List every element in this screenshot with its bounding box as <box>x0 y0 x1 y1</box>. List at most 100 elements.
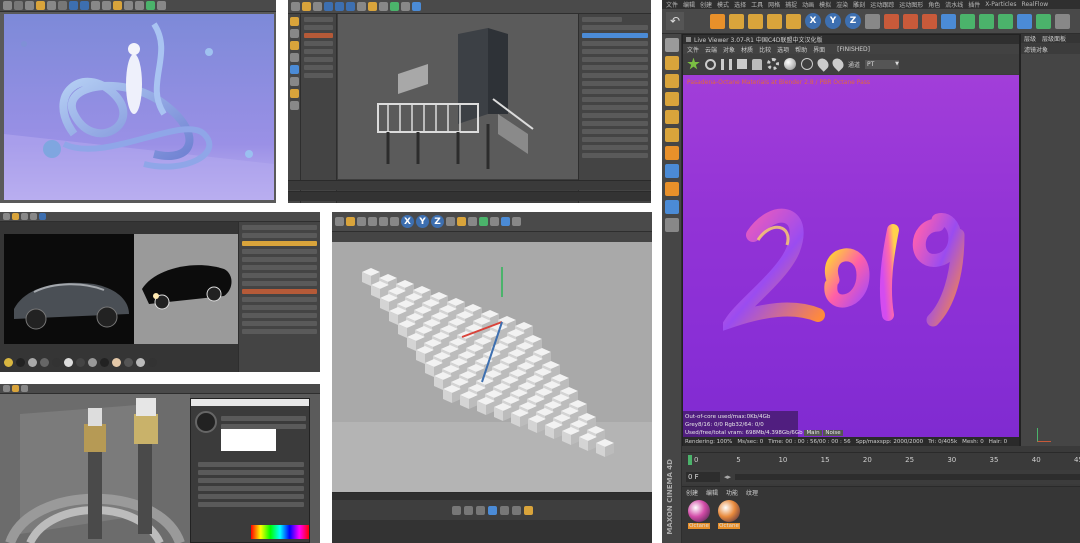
tab-layers[interactable]: 层级 <box>1024 34 1036 43</box>
car-viewport-right <box>134 234 238 344</box>
menu-item[interactable]: 模式 <box>717 0 729 9</box>
deformer-icon[interactable] <box>1017 13 1032 29</box>
live-viewer-toolbar: 通道 PT ▼ <box>683 54 1019 74</box>
model-mode-icon[interactable] <box>665 56 679 70</box>
pen-tool-icon[interactable] <box>960 13 975 29</box>
timeline-ruler[interactable]: 0 5 10 15 20 25 30 35 40 45 <box>682 452 1080 466</box>
current-frame-field[interactable]: 0 F <box>686 472 720 482</box>
render-mode-value: PT <box>867 60 875 68</box>
main-tab[interactable]: Main <box>804 430 822 436</box>
noise-tab[interactable]: Noise <box>823 430 843 436</box>
material-menu-item[interactable]: 编辑 <box>706 488 718 497</box>
y-axis-lock-button[interactable]: Y <box>825 13 841 29</box>
floor-icon[interactable] <box>1036 13 1051 29</box>
render-mode-select[interactable]: PT ▼ <box>865 59 900 69</box>
z-axis-lock-button[interactable]: Z <box>845 13 861 29</box>
live-viewer-menu-item[interactable]: 文件 <box>687 45 699 54</box>
cube-primitive-icon[interactable] <box>941 13 956 29</box>
rotate-tool-icon[interactable] <box>767 13 782 29</box>
menu-item[interactable]: 模拟 <box>819 0 831 9</box>
polygon-mode-icon[interactable] <box>665 128 679 142</box>
stats-out-of-core: Out-of-core used/max:0Kb/4Gb <box>685 414 771 420</box>
make-editable-icon[interactable] <box>665 38 679 52</box>
menu-item[interactable]: 运动跟踪 <box>870 0 894 9</box>
z-axis-button[interactable]: Z <box>431 215 444 228</box>
right-attributes-panel <box>578 14 651 203</box>
move-tool-icon[interactable] <box>729 13 744 29</box>
restart-render-icon[interactable] <box>705 58 716 70</box>
menu-item[interactable]: 渲染 <box>836 0 848 9</box>
material-name: Octane <box>688 523 710 529</box>
menu-item[interactable]: 编辑 <box>683 0 695 9</box>
menu-item[interactable]: 运动图形 <box>899 0 923 9</box>
texture-mode-icon[interactable] <box>665 74 679 88</box>
add-tool-icon[interactable] <box>786 13 801 29</box>
live-viewer-menu-item[interactable]: 帮助 <box>795 45 807 54</box>
camera-icon[interactable] <box>1055 13 1070 29</box>
material-swatch[interactable]: Octane <box>716 500 742 529</box>
menu-item[interactable]: RealFlow <box>1022 1 1049 8</box>
pick-focus-icon[interactable] <box>815 56 831 72</box>
playback-controls[interactable] <box>332 500 652 520</box>
timeline[interactable] <box>288 180 651 190</box>
render-picture-icon[interactable] <box>903 13 918 29</box>
settings-gear-icon[interactable] <box>767 58 779 70</box>
pick-material-icon[interactable] <box>830 56 846 72</box>
playhead[interactable] <box>688 455 692 465</box>
menu-item[interactable]: 捕捉 <box>785 0 797 9</box>
timeline-scrub-bar[interactable] <box>735 474 1080 480</box>
material-menu-item[interactable]: 纹理 <box>746 488 758 497</box>
tweak-mode-icon[interactable] <box>665 164 679 178</box>
material-swatch[interactable]: Octane <box>686 500 712 529</box>
y-axis-button[interactable]: Y <box>416 215 429 228</box>
tab-layer-panel[interactable]: 层级面板 <box>1042 34 1066 43</box>
live-viewer-menu-item[interactable]: 选项 <box>777 45 789 54</box>
menu-item[interactable]: 角色 <box>928 0 940 9</box>
menu-item[interactable]: X-Particles <box>985 1 1016 8</box>
point-mode-icon[interactable] <box>665 92 679 106</box>
material-swatches[interactable] <box>4 354 238 370</box>
coordinate-system-icon[interactable] <box>865 13 880 29</box>
live-viewer-menu-item[interactable]: 界面 <box>813 45 825 54</box>
menu-item[interactable]: 动画 <box>802 0 814 9</box>
scale-tool-icon[interactable] <box>748 13 763 29</box>
subdivision-icon[interactable] <box>979 13 994 29</box>
cloner-icon[interactable] <box>998 13 1013 29</box>
render-viewport[interactable]: Pasadena-Octane Materials at Blender 2.8… <box>683 75 1019 444</box>
menu-item[interactable]: 插件 <box>968 0 980 9</box>
lock-icon[interactable] <box>665 218 679 232</box>
lock-icon[interactable] <box>752 58 762 70</box>
select-tool-icon[interactable] <box>710 13 725 29</box>
sphere-preview-icon[interactable] <box>784 58 796 70</box>
region-render-icon[interactable] <box>801 58 813 70</box>
material-menu-item[interactable]: 创建 <box>686 488 698 497</box>
live-viewer-menu-item[interactable]: 材质 <box>741 45 753 54</box>
menu-item[interactable]: 工具 <box>751 0 763 9</box>
color-spectrum[interactable] <box>251 525 309 539</box>
thumbnail-dancer-render <box>0 0 276 203</box>
edge-mode-icon[interactable] <box>665 110 679 124</box>
undo-icon[interactable]: ↶ <box>666 12 684 30</box>
x-axis-button[interactable]: X <box>401 215 414 228</box>
x-axis-lock-button[interactable]: X <box>805 13 821 29</box>
frame-stepper-icon[interactable]: ◂▸ <box>724 473 731 481</box>
menu-item[interactable]: 文件 <box>666 0 678 9</box>
render-settings-icon[interactable] <box>922 13 937 29</box>
material-menu-item[interactable]: 功能 <box>726 488 738 497</box>
render-stat: Time: 00 : 00 : 56/00 : 00 : 56 <box>768 438 851 445</box>
live-viewer-menu-item[interactable]: 对象 <box>723 45 735 54</box>
menu-item[interactable]: 创建 <box>700 0 712 9</box>
live-viewer-menu-item[interactable]: 比较 <box>759 45 771 54</box>
render-view-icon[interactable] <box>884 13 899 29</box>
menu-item[interactable]: 雕刻 <box>853 0 865 9</box>
menu-item[interactable]: 流水线 <box>945 0 963 9</box>
workplane-icon[interactable] <box>665 200 679 214</box>
menu-item[interactable]: 网格 <box>768 0 780 9</box>
axis-mode-icon[interactable] <box>665 146 679 160</box>
menu-item[interactable]: 选择 <box>734 0 746 9</box>
stop-icon[interactable] <box>737 59 747 69</box>
snap-icon[interactable] <box>665 182 679 196</box>
timeline[interactable] <box>332 492 652 500</box>
pause-icon[interactable] <box>721 58 732 70</box>
live-viewer-menu-item[interactable]: 云端 <box>705 45 717 54</box>
